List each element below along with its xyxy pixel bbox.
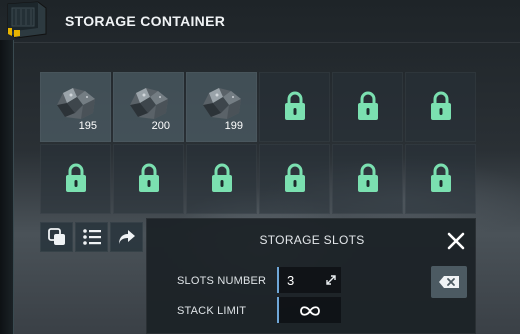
locked-slot[interactable] <box>259 72 330 142</box>
panel-title: STORAGE SLOTS <box>259 233 365 247</box>
slots-number-value: 3 <box>287 273 295 288</box>
close-icon <box>447 232 465 250</box>
inventory-slot[interactable]: 200 <box>113 72 184 142</box>
inventory-slot[interactable]: 199 <box>186 72 257 142</box>
container-icon <box>2 0 48 40</box>
storage-slots-panel: STORAGE SLOTS SLOTS NUMBER 3 STACK LIMIT <box>146 218 476 334</box>
share-icon <box>118 230 135 244</box>
locked-slot[interactable] <box>405 72 476 142</box>
locked-slot[interactable] <box>40 144 111 214</box>
backspace-icon <box>439 276 459 288</box>
lock-icon <box>138 163 160 198</box>
stack-button[interactable] <box>40 222 73 252</box>
stack-icon <box>47 228 65 245</box>
lock-icon <box>357 163 379 198</box>
toolbar <box>40 222 143 252</box>
infinity-icon <box>298 304 322 322</box>
item-count: 199 <box>224 120 243 132</box>
lock-icon <box>284 91 306 126</box>
locked-slot[interactable] <box>259 144 330 214</box>
clear-button[interactable] <box>431 266 467 298</box>
expand-icon[interactable] <box>325 273 337 291</box>
item-count: 200 <box>151 120 170 132</box>
lock-icon <box>65 163 87 198</box>
list-button[interactable] <box>75 222 108 252</box>
lock-icon <box>284 163 306 198</box>
list-icon <box>82 229 101 245</box>
stack-limit-field[interactable] <box>277 297 341 323</box>
locked-slot[interactable] <box>332 72 403 142</box>
storage-grid: 195 200 199 <box>40 72 476 214</box>
inventory-slot[interactable]: 195 <box>40 72 111 142</box>
header-divider <box>14 42 520 43</box>
locked-slot[interactable] <box>113 144 184 214</box>
header: STORAGE CONTAINER <box>0 0 520 44</box>
locked-slot[interactable] <box>332 144 403 214</box>
slots-number-field[interactable]: 3 <box>277 267 341 293</box>
lock-icon <box>430 91 452 126</box>
lock-icon <box>357 91 379 126</box>
stack-limit-label: STACK LIMIT <box>177 305 247 317</box>
lock-icon <box>211 163 233 198</box>
locked-slot[interactable] <box>405 144 476 214</box>
item-count: 195 <box>78 120 97 132</box>
page-title: STORAGE CONTAINER <box>65 13 226 29</box>
close-button[interactable] <box>447 232 465 250</box>
share-button[interactable] <box>110 222 143 252</box>
left-frame <box>0 40 14 334</box>
locked-slot[interactable] <box>186 144 257 214</box>
slots-number-label: SLOTS NUMBER <box>177 275 267 287</box>
lock-icon <box>430 163 452 198</box>
